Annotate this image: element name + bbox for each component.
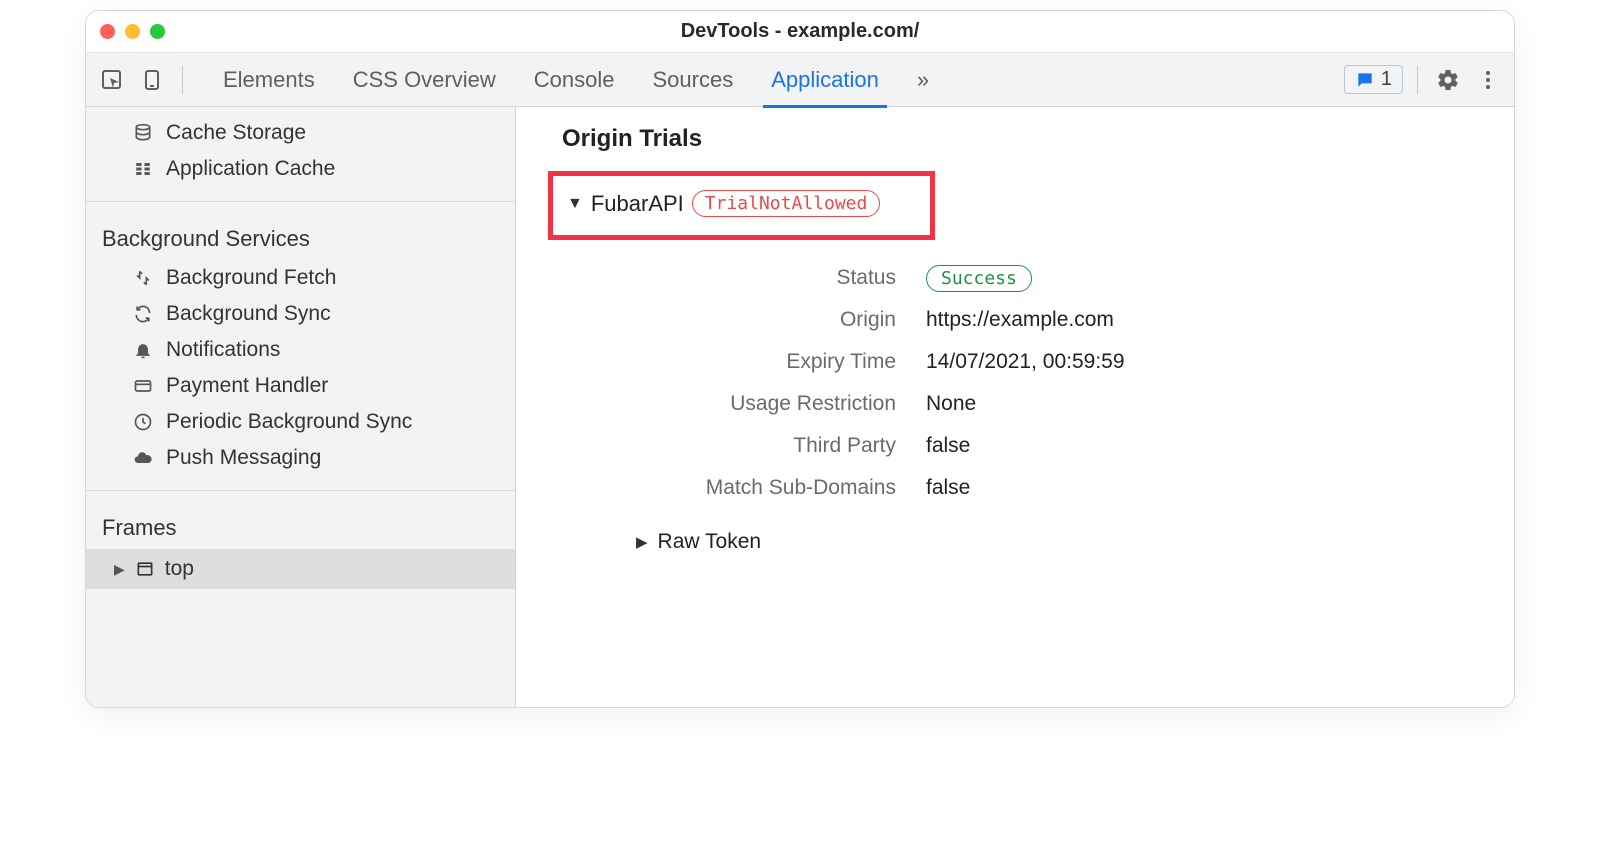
collapse-triangle-icon: ▼	[567, 195, 583, 213]
frames-top-row[interactable]: ▶ top	[86, 549, 515, 589]
sidebar-item-notifications[interactable]: Notifications	[86, 332, 515, 368]
toolbar-divider	[182, 66, 183, 94]
close-window-button[interactable]	[100, 24, 115, 39]
sidebar-item-label: Cache Storage	[166, 121, 306, 145]
row-label-expiry: Expiry Time	[596, 350, 896, 374]
sidebar-section-label: Frames	[86, 505, 515, 549]
frame-icon	[135, 559, 155, 579]
issues-count: 1	[1381, 68, 1392, 91]
sidebar-section-label: Background Services	[86, 216, 515, 260]
row-label-match-subdomains: Match Sub-Domains	[596, 476, 896, 500]
sidebar-item-label: Notifications	[166, 338, 280, 362]
issues-icon	[1355, 70, 1375, 90]
device-toolbar-icon[interactable]	[136, 64, 168, 96]
row-value-expiry: 14/07/2021, 00:59:59	[926, 350, 1484, 374]
database-icon	[132, 122, 154, 144]
sidebar: Cache Storage Application Cache Backgrou…	[86, 107, 516, 707]
sidebar-frames-section: Frames	[86, 497, 515, 549]
section-title: Origin Trials	[562, 125, 1484, 153]
frames-top-label: top	[165, 557, 194, 581]
expand-triangle-icon: ▶	[636, 533, 648, 551]
sidebar-item-payment-handler[interactable]: Payment Handler	[86, 368, 515, 404]
tabs-overflow-button[interactable]: »	[911, 55, 935, 105]
sync-icon	[132, 303, 154, 325]
sidebar-item-cache-storage[interactable]: Cache Storage	[86, 115, 515, 151]
tab-css-overview[interactable]: CSS Overview	[347, 55, 502, 105]
row-label-origin: Origin	[596, 308, 896, 332]
tab-console[interactable]: Console	[528, 55, 621, 105]
sidebar-bg-section: Background Services Background Fetch Bac…	[86, 208, 515, 484]
devtools-window: DevTools - example.com/ Elements CSS Ove…	[85, 10, 1515, 708]
row-label-status: Status	[596, 266, 896, 290]
trial-name: FubarAPI	[591, 191, 684, 217]
row-value-third-party: false	[926, 434, 1484, 458]
sidebar-item-label: Background Sync	[166, 302, 331, 326]
row-value-usage: None	[926, 392, 1484, 416]
grid-icon	[132, 158, 154, 180]
raw-token-row[interactable]: ▶ Raw Token	[636, 530, 1484, 554]
sidebar-item-application-cache[interactable]: Application Cache	[86, 151, 515, 187]
clock-icon	[132, 411, 154, 433]
row-label-third-party: Third Party	[596, 434, 896, 458]
sidebar-cache-section: Cache Storage Application Cache	[86, 107, 515, 195]
more-menu-icon[interactable]	[1472, 64, 1504, 96]
inspect-element-icon[interactable]	[96, 64, 128, 96]
sidebar-divider	[86, 201, 515, 202]
titlebar: DevTools - example.com/	[86, 11, 1514, 53]
minimize-window-button[interactable]	[125, 24, 140, 39]
sidebar-item-push-messaging[interactable]: Push Messaging	[86, 440, 515, 476]
sidebar-item-label: Periodic Background Sync	[166, 410, 412, 434]
issues-badge[interactable]: 1	[1344, 65, 1403, 94]
panel-tabs: Elements CSS Overview Console Sources Ap…	[217, 55, 935, 105]
row-label-usage: Usage Restriction	[596, 392, 896, 416]
trial-details-grid: Status Success Origin https://example.co…	[596, 266, 1484, 500]
window-title: DevTools - example.com/	[86, 20, 1514, 43]
row-value-origin: https://example.com	[926, 308, 1484, 332]
expand-triangle-icon: ▶	[114, 561, 125, 578]
status-value-badge: Success	[926, 265, 1032, 292]
tab-sources[interactable]: Sources	[646, 55, 739, 105]
zoom-window-button[interactable]	[150, 24, 165, 39]
settings-icon[interactable]	[1432, 64, 1464, 96]
cloud-icon	[132, 447, 154, 469]
card-icon	[132, 375, 154, 397]
toolbar-divider	[1417, 66, 1418, 94]
sidebar-item-background-fetch[interactable]: Background Fetch	[86, 260, 515, 296]
sidebar-item-label: Push Messaging	[166, 446, 321, 470]
toolbar: Elements CSS Overview Console Sources Ap…	[86, 53, 1514, 107]
traffic-lights	[100, 24, 165, 39]
tab-application[interactable]: Application	[765, 55, 885, 105]
tab-elements[interactable]: Elements	[217, 55, 321, 105]
sidebar-item-label: Application Cache	[166, 157, 335, 181]
content-area: Cache Storage Application Cache Backgrou…	[86, 107, 1514, 707]
trial-header-highlight: ▼ FubarAPI TrialNotAllowed	[548, 171, 935, 240]
main-panel: Origin Trials ▼ FubarAPI TrialNotAllowed…	[516, 107, 1514, 707]
sidebar-item-label: Background Fetch	[166, 266, 336, 290]
sidebar-item-periodic-sync[interactable]: Periodic Background Sync	[86, 404, 515, 440]
trial-header-row[interactable]: ▼ FubarAPI TrialNotAllowed	[567, 190, 880, 217]
sidebar-divider	[86, 490, 515, 491]
row-value-match-subdomains: false	[926, 476, 1484, 500]
sidebar-item-background-sync[interactable]: Background Sync	[86, 296, 515, 332]
trial-status-badge: TrialNotAllowed	[692, 190, 881, 217]
sidebar-item-label: Payment Handler	[166, 374, 328, 398]
fetch-icon	[132, 267, 154, 289]
raw-token-label: Raw Token	[658, 530, 762, 554]
bell-icon	[132, 339, 154, 361]
